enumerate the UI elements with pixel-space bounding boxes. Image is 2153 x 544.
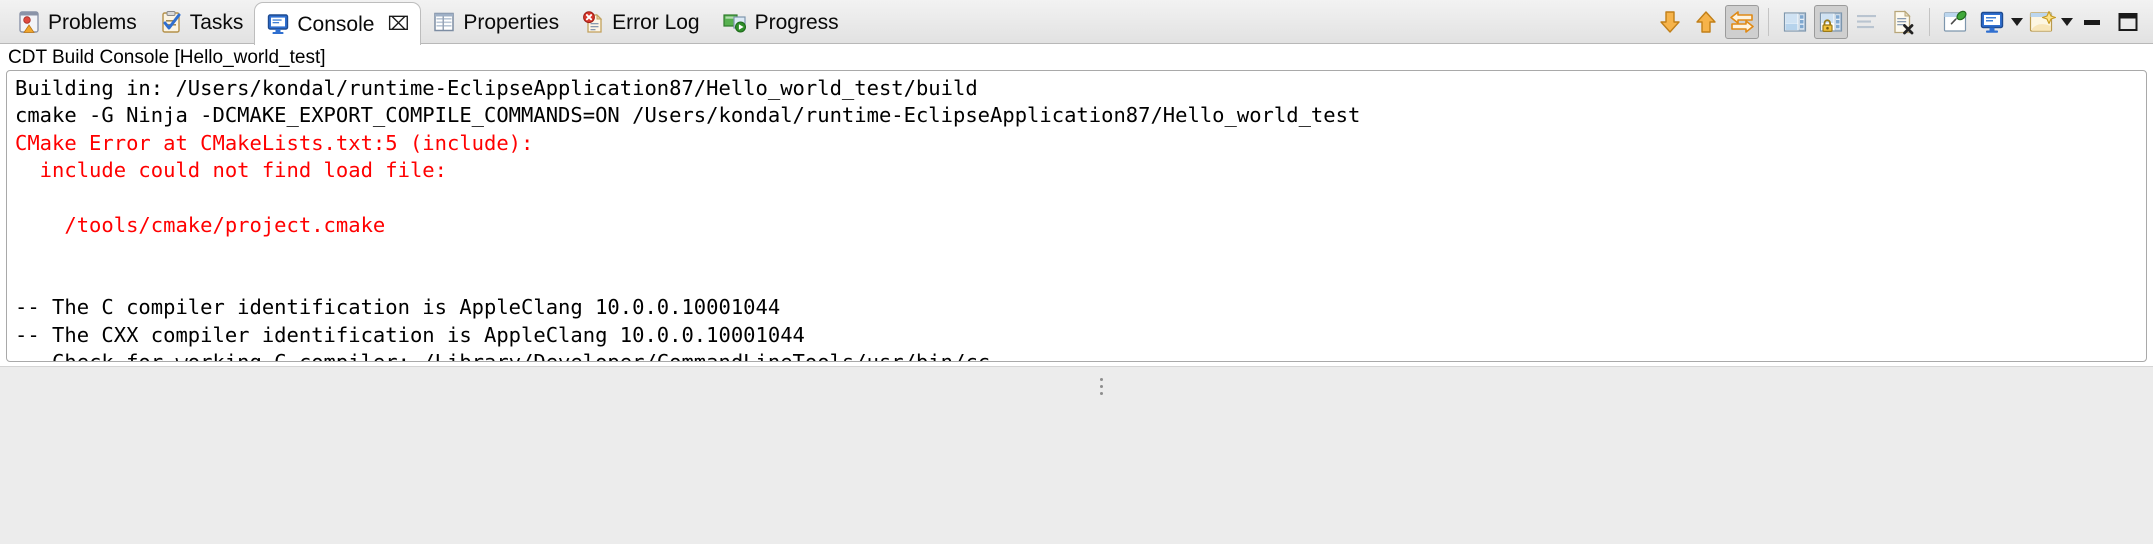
tab-progress[interactable]: Progress	[711, 0, 850, 44]
pushpin-icon	[1942, 9, 1970, 35]
clear-console-button[interactable]	[1886, 5, 1920, 39]
display-console-icon	[1979, 9, 2005, 35]
tab-progress-label: Progress	[754, 10, 839, 34]
drag-dot	[1099, 384, 1103, 388]
eclipse-console-view: Problems Tasks Console ⌧ Properties Erro…	[0, 0, 2153, 544]
tab-tasks[interactable]: Tasks	[148, 0, 255, 44]
console-title: CDT Build Console [Hello_world_test]	[8, 47, 326, 68]
console-line: -- The C compiler identification is Appl…	[15, 295, 781, 320]
console-lock-icon	[1818, 9, 1844, 35]
scroll-lock-button[interactable]	[1778, 5, 1812, 39]
view-tab-bar: Problems Tasks Console ⌧ Properties Erro…	[0, 0, 2153, 45]
tab-error-log[interactable]: Error Log	[570, 0, 711, 44]
console-output-text[interactable]: Building in: /Users/kondal/runtime-Eclip…	[7, 71, 2146, 362]
status-bar	[0, 366, 2153, 544]
close-icon[interactable]: ⌧	[387, 15, 409, 34]
separator-2	[1929, 7, 1930, 36]
console-line: -- The CXX compiler identification is Ap…	[15, 322, 805, 347]
swap-arrows-icon	[1729, 9, 1755, 35]
console-line: /tools/cmake/project.cmake	[15, 212, 386, 237]
console-line: CMake Error at CMakeLists.txt:5 (include…	[15, 130, 534, 155]
tasks-icon	[159, 10, 183, 34]
error-log-icon	[581, 10, 605, 34]
console-title-bar: CDT Build Console [Hello_world_test]	[0, 44, 2153, 72]
new-console-icon	[2028, 9, 2057, 35]
word-wrap-button[interactable]	[1850, 5, 1884, 39]
pin-console-button[interactable]	[1939, 5, 1973, 39]
clear-console-icon	[1890, 9, 1916, 35]
maximize-icon	[2115, 9, 2141, 35]
console-line: -- Check for working C compiler: /Librar…	[15, 349, 991, 362]
console-line: include could not find load file:	[15, 158, 447, 183]
sash-drag-handle[interactable]	[1096, 375, 1106, 397]
separator-1	[1768, 7, 1769, 36]
word-wrap-icon	[1854, 9, 1880, 35]
console-line: Building in: /Users/kondal/runtime-Eclip…	[15, 76, 978, 100]
drag-dot	[1099, 377, 1103, 381]
tab-properties-label: Properties	[463, 10, 560, 34]
open-console-button[interactable]	[2025, 5, 2073, 39]
minimize-icon	[2079, 9, 2105, 35]
tab-list: Problems Tasks Console ⌧ Properties Erro…	[0, 0, 850, 45]
tab-console-label: Console	[297, 12, 375, 36]
pin-console-lock-button[interactable]	[1814, 4, 1848, 39]
console-line: cmake -G Ninja -DCMAKE_EXPORT_COMPILE_CO…	[15, 103, 1361, 128]
arrow-down-icon	[1657, 9, 1683, 35]
tab-error-log-label: Error Log	[612, 10, 700, 34]
tab-problems[interactable]: Problems	[6, 0, 148, 44]
drag-dot	[1099, 391, 1103, 395]
maximize-button[interactable]	[2111, 5, 2145, 39]
chevron-down-icon[interactable]	[2011, 17, 2023, 26]
minimize-button[interactable]	[2075, 5, 2109, 39]
chevron-down-icon[interactable]	[2061, 17, 2073, 26]
tab-console[interactable]: Console ⌧	[254, 2, 422, 45]
tab-problems-label: Problems	[48, 10, 137, 34]
progress-icon	[722, 10, 748, 34]
scroll-lock-icon	[1782, 9, 1808, 35]
arrow-up-icon	[1693, 9, 1719, 35]
tab-tasks-label: Tasks	[189, 10, 244, 34]
tab-properties[interactable]: Properties	[421, 0, 570, 44]
console-output-panel[interactable]: Building in: /Users/kondal/runtime-Eclip…	[6, 70, 2147, 362]
display-selected-console-button[interactable]	[1975, 5, 2023, 39]
view-toolbar	[1653, 0, 2153, 43]
show-console-when-output-changes-button[interactable]	[1725, 4, 1759, 39]
scroll-up-button[interactable]	[1689, 5, 1723, 39]
problems-icon	[17, 10, 41, 34]
scroll-down-button[interactable]	[1653, 5, 1687, 39]
console-icon	[266, 12, 290, 36]
properties-icon	[432, 10, 456, 34]
